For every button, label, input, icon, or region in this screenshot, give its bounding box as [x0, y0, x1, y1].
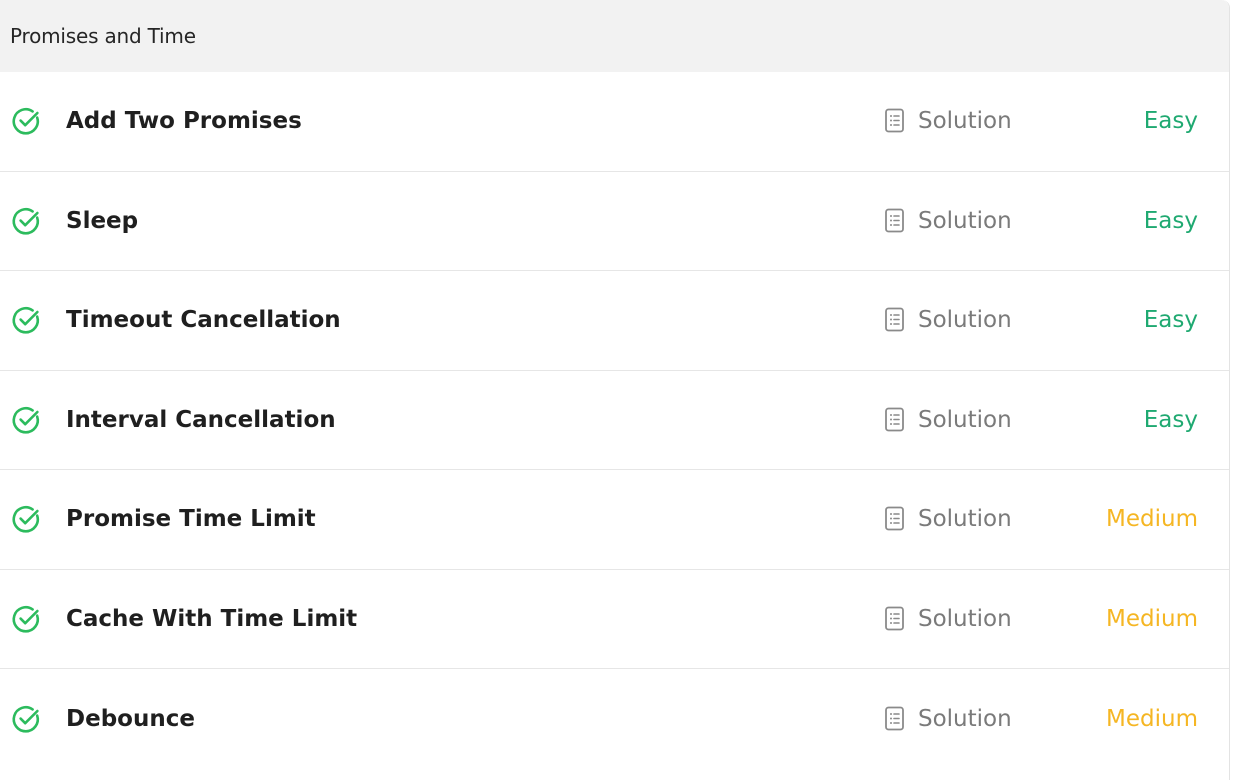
- difficulty-badge: Easy: [1143, 307, 1198, 334]
- problem-title-link[interactable]: Add Two Promises: [66, 108, 302, 134]
- document-icon: [885, 307, 904, 332]
- solution-label: Solution: [918, 605, 1012, 632]
- problem-row[interactable]: Cache With Time Limit Solution Medium: [0, 570, 1229, 669]
- difficulty-badge: Easy: [1143, 108, 1198, 135]
- solution-label: Solution: [918, 705, 1012, 732]
- solution-link[interactable]: Solution: [884, 606, 1012, 632]
- problem-title-link[interactable]: Cache With Time Limit: [66, 606, 357, 632]
- document-icon: [885, 208, 904, 233]
- solution-link[interactable]: Solution: [884, 108, 1012, 134]
- check-circle-icon: [12, 207, 40, 235]
- solution-label: Solution: [918, 108, 1012, 135]
- problem-title-link[interactable]: Debounce: [66, 706, 195, 732]
- difficulty-badge: Easy: [1143, 406, 1198, 433]
- problem-row[interactable]: Promise Time Limit Solution Medium: [0, 470, 1229, 570]
- problem-title-link[interactable]: Timeout Cancellation: [66, 307, 341, 333]
- check-circle-icon: [12, 307, 40, 334]
- solution-link[interactable]: Solution: [884, 307, 1012, 333]
- solution-label: Solution: [918, 406, 1012, 433]
- problem-list-panel: Promises and Time Add Two Promises Solut…: [0, 0, 1230, 780]
- problem-title-link[interactable]: Sleep: [66, 208, 138, 234]
- solution-link[interactable]: Solution: [884, 706, 1012, 732]
- difficulty-badge: Easy: [1143, 207, 1198, 234]
- check-circle-icon: [12, 705, 40, 733]
- document-icon: [885, 407, 904, 432]
- document-icon: [885, 706, 904, 731]
- solution-link[interactable]: Solution: [884, 208, 1012, 234]
- problem-row[interactable]: Debounce Solution Medium: [0, 669, 1229, 769]
- difficulty-badge: Medium: [1106, 605, 1198, 632]
- check-circle-icon: [12, 605, 40, 633]
- document-icon: [885, 506, 904, 531]
- check-circle-icon: [12, 406, 40, 434]
- check-circle-icon: [12, 506, 40, 533]
- document-icon: [885, 108, 904, 133]
- section-title: Promises and Time: [10, 24, 196, 48]
- solution-link[interactable]: Solution: [884, 506, 1012, 532]
- solution-label: Solution: [918, 207, 1012, 234]
- problem-title-link[interactable]: Interval Cancellation: [66, 407, 336, 433]
- problem-row[interactable]: Timeout Cancellation Solution Easy: [0, 271, 1229, 371]
- problem-row[interactable]: Interval Cancellation Solution Easy: [0, 371, 1229, 470]
- solution-link[interactable]: Solution: [884, 407, 1012, 433]
- problem-list: Add Two Promises Solution Easy Sleep Sol…: [0, 72, 1229, 769]
- problem-row[interactable]: Add Two Promises Solution Easy: [0, 72, 1229, 172]
- solution-label: Solution: [918, 506, 1012, 533]
- difficulty-badge: Medium: [1106, 705, 1198, 732]
- check-circle-icon: [12, 108, 40, 135]
- problem-title-link[interactable]: Promise Time Limit: [66, 506, 316, 532]
- document-icon: [885, 606, 904, 631]
- solution-label: Solution: [918, 307, 1012, 334]
- section-header: Promises and Time: [0, 0, 1229, 72]
- difficulty-badge: Medium: [1106, 506, 1198, 533]
- problem-row[interactable]: Sleep Solution Easy: [0, 172, 1229, 271]
